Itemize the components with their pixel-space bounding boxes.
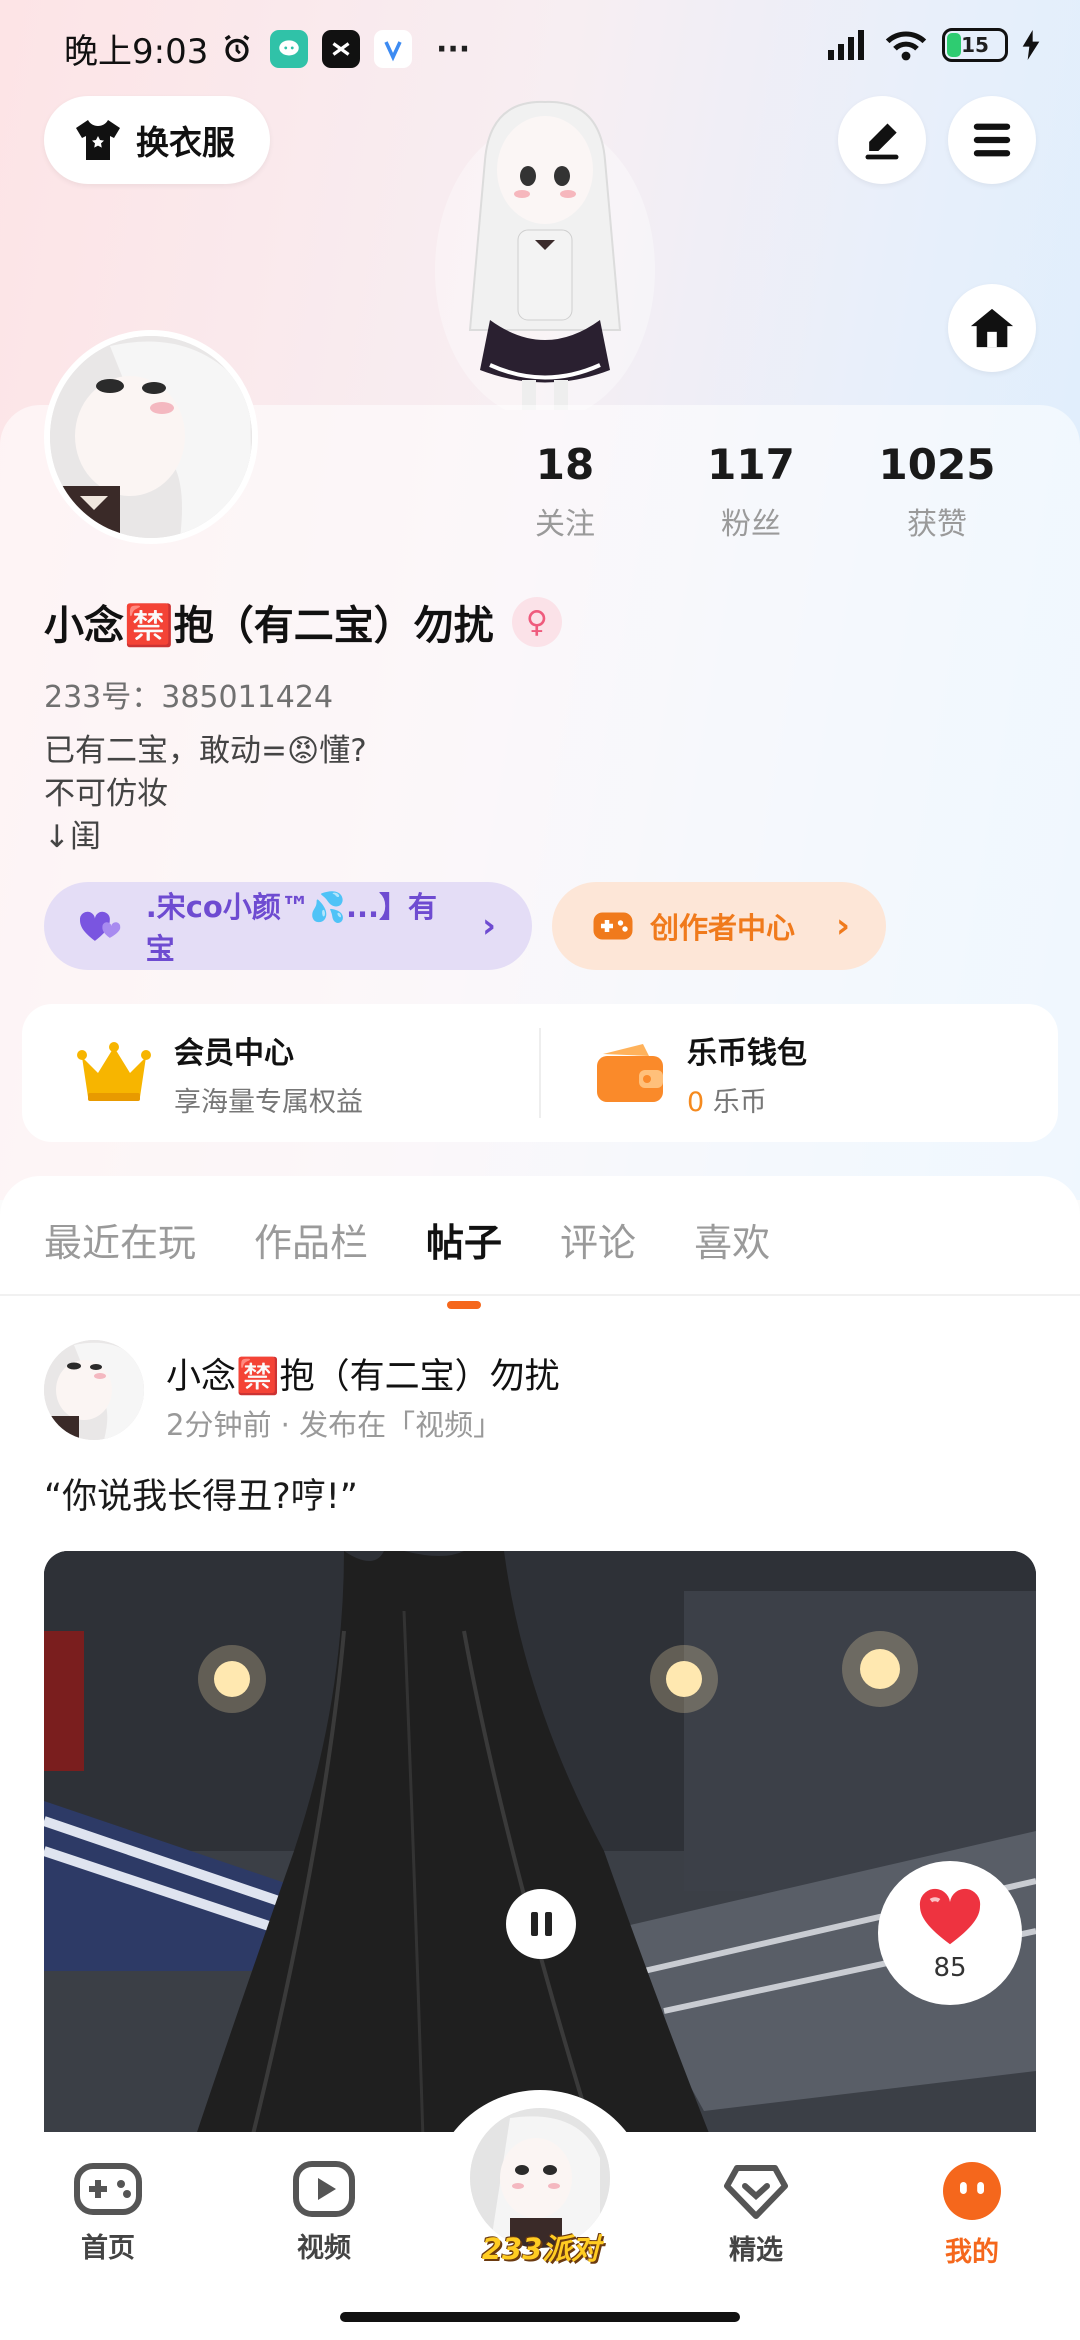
tab-likes[interactable]: 喜欢 <box>694 1212 770 1267</box>
partner-pill[interactable]: .宋co小颜™💦...】有宝 › <box>44 882 532 970</box>
chevron-right-icon: › <box>481 906 496 946</box>
user-id[interactable]: 233号：385011424 <box>44 672 333 716</box>
followers-label: 粉丝 <box>721 507 781 542</box>
menu-button[interactable] <box>948 96 1036 184</box>
nav-video-label: 视频 <box>297 2233 351 2264</box>
heart-icon <box>919 1888 981 1945</box>
tab-comments[interactable]: 评论 <box>560 1212 636 1267</box>
pause-icon[interactable] <box>506 1889 576 1959</box>
vip-center[interactable]: 会员中心 享海量专属权益 <box>22 1028 539 1119</box>
nav-featured[interactable]: 精选 <box>696 2160 816 2267</box>
post-author-name[interactable]: 小念🈲抱（有二宝）勿扰 <box>166 1348 560 1399</box>
post-text[interactable]: “你说我长得丑?哼!” <box>44 1468 358 1519</box>
tab-posts[interactable]: 帖子 <box>426 1212 502 1267</box>
alarm-icon <box>218 30 256 68</box>
nav-mine[interactable]: 我的 <box>912 2160 1032 2269</box>
partner-label: .宋co小颜™💦...】有宝 <box>145 890 437 966</box>
pen-icon <box>865 123 899 160</box>
tshirt-icon <box>76 120 120 160</box>
profile-stats: 18 关注 117 粉丝 1025 获赞 <box>472 440 1030 543</box>
wallet-title: 乐币钱包 <box>687 1035 807 1071</box>
battery-icon: 15 <box>942 28 1008 62</box>
creator-label: 创作者中心 <box>650 911 796 945</box>
hearts-icon <box>80 911 121 941</box>
wardrobe-button[interactable]: 换衣服 <box>44 96 270 184</box>
chevron-right-icon: › <box>835 906 850 946</box>
profile-avatar[interactable] <box>44 330 258 544</box>
wifi-icon <box>885 31 927 61</box>
creator-center-button[interactable]: 创作者中心 › <box>552 882 886 970</box>
nickname-text: 小念🈲抱（有二宝）勿扰 <box>44 603 494 649</box>
chat-app-icon <box>270 30 308 68</box>
signal-icon <box>828 30 864 60</box>
status-bar: 晚上9:03 ··· 15 <box>0 0 1080 100</box>
tab-divider <box>0 1294 1080 1296</box>
system-icons: 15 <box>826 28 1040 62</box>
stat-likes[interactable]: 1025 获赞 <box>844 440 1030 543</box>
wallet-amount: 0 <box>687 1086 705 1118</box>
profile-tabs: 最近在玩 作品栏 帖子 评论 喜欢 <box>44 1212 770 1267</box>
tab-recent-played[interactable]: 最近在玩 <box>44 1212 196 1267</box>
heart-diamond-icon <box>724 2165 788 2219</box>
likes-count: 1025 <box>878 440 996 489</box>
followers-count: 117 <box>707 440 795 489</box>
profile-nickname: 小念🈲抱（有二宝）勿扰 ♀ <box>44 593 562 651</box>
wallet-unit: 乐币 <box>704 1086 767 1118</box>
home-indicator <box>340 2312 740 2322</box>
nav-featured-label: 精选 <box>729 2235 783 2266</box>
post-author-avatar[interactable] <box>44 1340 144 1440</box>
wallet-icon <box>597 1044 663 1102</box>
party-label[interactable]: 233派对 <box>474 2226 608 2268</box>
status-time: 晚上9:03 <box>64 32 209 72</box>
gamepad-icon <box>593 912 633 940</box>
vip-title: 会员中心 <box>174 1035 294 1071</box>
stat-followers[interactable]: 117 粉丝 <box>658 440 844 543</box>
vpn-app-icon <box>374 30 412 68</box>
vip-subtitle: 享海量专属权益 <box>174 1086 363 1118</box>
charging-icon <box>1022 30 1040 60</box>
stat-following[interactable]: 18 关注 <box>472 440 658 543</box>
nav-mine-label: 我的 <box>945 2237 999 2268</box>
hamburger-icon <box>973 123 1011 157</box>
wallet-balance: 0 乐币 <box>687 1080 807 1119</box>
capcut-icon <box>322 30 360 68</box>
nav-video[interactable]: 视频 <box>264 2160 384 2265</box>
gamepad-icon <box>74 2163 142 2215</box>
crown-icon <box>77 1042 151 1101</box>
tab-works[interactable]: 作品栏 <box>254 1212 368 1267</box>
like-button[interactable]: 85 <box>878 1861 1022 2005</box>
profile-bio: 已有二宝，敢动=😡懂? 不可仿妆 ↓闺 <box>44 733 367 855</box>
character-figure[interactable] <box>430 90 660 420</box>
home-button[interactable] <box>948 284 1036 372</box>
post-video[interactable]: 85 <box>44 1551 1036 2171</box>
edit-button[interactable] <box>838 96 926 184</box>
house-icon <box>970 308 1014 348</box>
likes-label: 获赞 <box>907 507 967 542</box>
member-card: 会员中心 享海量专属权益 乐币钱包 0 乐币 <box>22 1004 1058 1142</box>
wardrobe-label: 换衣服 <box>136 123 235 162</box>
notification-icons: ··· <box>218 30 470 68</box>
post-meta: 2分钟前 · 发布在「视频」 <box>166 1408 503 1442</box>
video-play-icon <box>293 2161 355 2217</box>
like-count: 85 <box>933 1953 967 1983</box>
following-label: 关注 <box>535 507 595 542</box>
face-icon <box>943 2162 1001 2220</box>
nav-home-label: 首页 <box>81 2233 135 2264</box>
wallet[interactable]: 乐币钱包 0 乐币 <box>541 1028 1058 1119</box>
more-notifications-icon: ··· <box>436 31 471 67</box>
female-icon: ♀ <box>511 597 562 647</box>
following-count: 18 <box>535 440 595 489</box>
nav-home[interactable]: 首页 <box>48 2160 168 2265</box>
